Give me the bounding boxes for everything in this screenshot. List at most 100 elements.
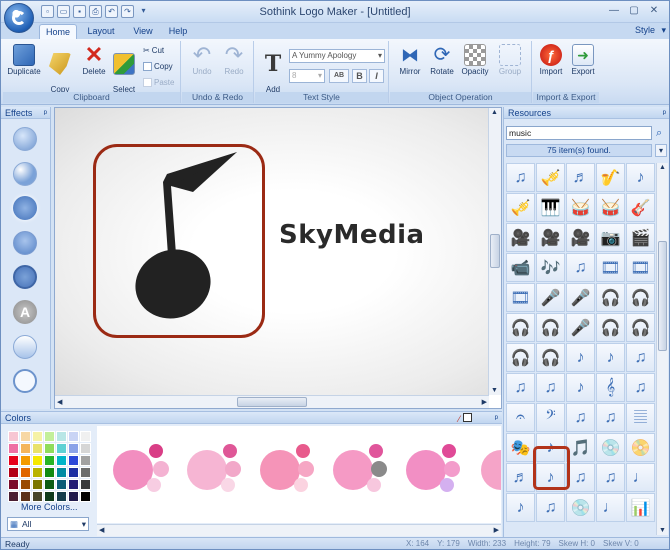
resource-item[interactable]: 🎤	[566, 313, 595, 342]
resource-item[interactable]: 🎧	[536, 313, 565, 342]
font-select[interactable]: A Yummy Apology ▾	[289, 49, 385, 63]
minimize-icon[interactable]: —	[605, 4, 623, 18]
scroll-up-icon[interactable]: ▲	[491, 109, 498, 116]
resource-search-input[interactable]: music	[506, 126, 652, 140]
effect-bevel[interactable]	[13, 127, 37, 151]
resource-scroll-thumb[interactable]	[658, 241, 667, 351]
resource-item[interactable]: ♬	[566, 163, 595, 192]
resource-item[interactable]: 🎺	[506, 193, 535, 222]
color-swatch[interactable]	[32, 455, 43, 466]
redo-button[interactable]: ↷ Redo	[220, 44, 248, 77]
color-swatch[interactable]	[56, 431, 67, 442]
color-swatch[interactable]	[8, 431, 19, 442]
color-scheme-5[interactable]	[402, 426, 477, 523]
paste-button[interactable]: Paste	[143, 78, 174, 87]
tab-view[interactable]: View	[125, 24, 161, 39]
color-swatch[interactable]	[68, 491, 79, 502]
color-swatch[interactable]	[20, 443, 31, 454]
resource-item[interactable]: ♩	[596, 493, 625, 522]
count-dropdown-icon[interactable]: ▾	[655, 144, 667, 157]
resource-item[interactable]: ♫	[566, 463, 595, 492]
style-menu[interactable]: Style	[635, 25, 655, 35]
scroll-down-icon[interactable]: ▼	[491, 387, 498, 394]
mirror-button[interactable]: ⧓ Mirror	[394, 44, 426, 76]
resource-item[interactable]: 📷	[596, 223, 625, 252]
color-swatch[interactable]	[8, 467, 19, 478]
color-swatch[interactable]	[80, 491, 91, 502]
color-swatch[interactable]	[44, 491, 55, 502]
style-dropdown-icon[interactable]: ▾	[661, 25, 666, 36]
color-swatch[interactable]	[20, 479, 31, 490]
resource-item[interactable]: 🎧	[506, 313, 535, 342]
resource-item[interactable]: 🎧	[506, 343, 535, 372]
maximize-icon[interactable]: ▢	[625, 4, 643, 18]
color-swatch[interactable]	[44, 443, 55, 454]
resource-item[interactable]: ♪	[566, 373, 595, 402]
color-swatch[interactable]	[8, 443, 19, 454]
resource-item[interactable]: ♫	[506, 373, 535, 402]
color-swatch[interactable]	[32, 491, 43, 502]
resource-item[interactable]: 🥁	[596, 193, 625, 222]
resource-item[interactable]: 🎞	[626, 253, 655, 282]
resource-item[interactable]: ♫	[626, 343, 655, 372]
canvas-vertical-scrollbar[interactable]: ▲ ▼	[488, 108, 501, 395]
logo-canvas[interactable]: SkyMedia	[55, 108, 489, 395]
color-swatch[interactable]	[32, 431, 43, 442]
color-swatch[interactable]	[8, 491, 19, 502]
resource-item[interactable]: 🎞	[596, 253, 625, 282]
color-swatch[interactable]	[44, 455, 55, 466]
resource-item[interactable]: 🎧	[596, 313, 625, 342]
color-swatch[interactable]	[56, 467, 67, 478]
color-swatch[interactable]	[80, 479, 91, 490]
canvas-vscroll-thumb[interactable]	[490, 234, 500, 268]
resource-item[interactable]: 🎥	[566, 223, 595, 252]
color-swatch[interactable]	[68, 431, 79, 442]
canvas-horizontal-scrollbar[interactable]: ◀ ▶	[55, 395, 489, 408]
resource-item[interactable]: 𝄢	[536, 403, 565, 432]
resource-item[interactable]: ♪	[566, 343, 595, 372]
resource-item[interactable]: ♬	[506, 463, 535, 492]
resource-item[interactable]: ♫	[596, 463, 625, 492]
effect-text-icon[interactable]: A	[13, 300, 37, 324]
effect-shadow[interactable]	[13, 162, 37, 186]
music-note-shape[interactable]	[125, 152, 245, 324]
scroll-left-icon[interactable]: ◀	[57, 398, 62, 406]
text-effect-button[interactable]: AB	[329, 69, 349, 83]
font-size-select[interactable]: 8 ▾	[289, 69, 325, 83]
color-swatch[interactable]	[20, 467, 31, 478]
color-swatch[interactable]	[20, 455, 31, 466]
resource-item[interactable]: ♫	[596, 403, 625, 432]
resource-item[interactable]: ♪	[626, 163, 655, 192]
current-color-swatch[interactable]	[463, 413, 472, 422]
color-swatch[interactable]	[20, 491, 31, 502]
color-swatch[interactable]	[56, 455, 67, 466]
resource-item[interactable]: 💿	[566, 493, 595, 522]
resource-item[interactable]: ♪	[506, 493, 535, 522]
undo-button[interactable]: ↶ Undo	[188, 44, 216, 77]
color-swatch[interactable]	[8, 455, 19, 466]
color-swatch[interactable]	[20, 431, 31, 442]
color-swatch[interactable]	[56, 491, 67, 502]
resource-item[interactable]: 📀	[626, 433, 655, 462]
resource-item[interactable]: 🎵	[566, 433, 595, 462]
color-swatch[interactable]	[80, 443, 91, 454]
search-icon[interactable]: ⌕	[656, 127, 662, 140]
resource-item[interactable]: 💿	[596, 433, 625, 462]
resource-item[interactable]: 🎥	[536, 223, 565, 252]
opacity-button[interactable]: Opacity	[458, 44, 492, 76]
color-swatch[interactable]	[32, 479, 43, 490]
color-swatch[interactable]	[80, 431, 91, 442]
delete-button[interactable]: ✕ Delete	[79, 44, 109, 77]
color-scheme-6[interactable]	[477, 426, 501, 523]
resource-item[interactable]: 🎧	[596, 283, 625, 312]
resource-item[interactable]: 🎧	[626, 313, 655, 342]
effects-pin-icon[interactable]: ᵖ	[44, 107, 47, 119]
color-scheme-1[interactable]	[97, 426, 177, 523]
resource-item[interactable]: 🎞	[506, 283, 535, 312]
scroll-left-icon[interactable]: ◀	[99, 526, 104, 534]
color-swatch[interactable]	[68, 443, 79, 454]
color-swatch[interactable]	[56, 443, 67, 454]
palette-filter-select[interactable]: ▦ All ▾	[7, 517, 89, 531]
resources-pin-icon[interactable]: ᵖ	[663, 107, 666, 119]
resource-item[interactable]: 📊	[626, 493, 655, 522]
